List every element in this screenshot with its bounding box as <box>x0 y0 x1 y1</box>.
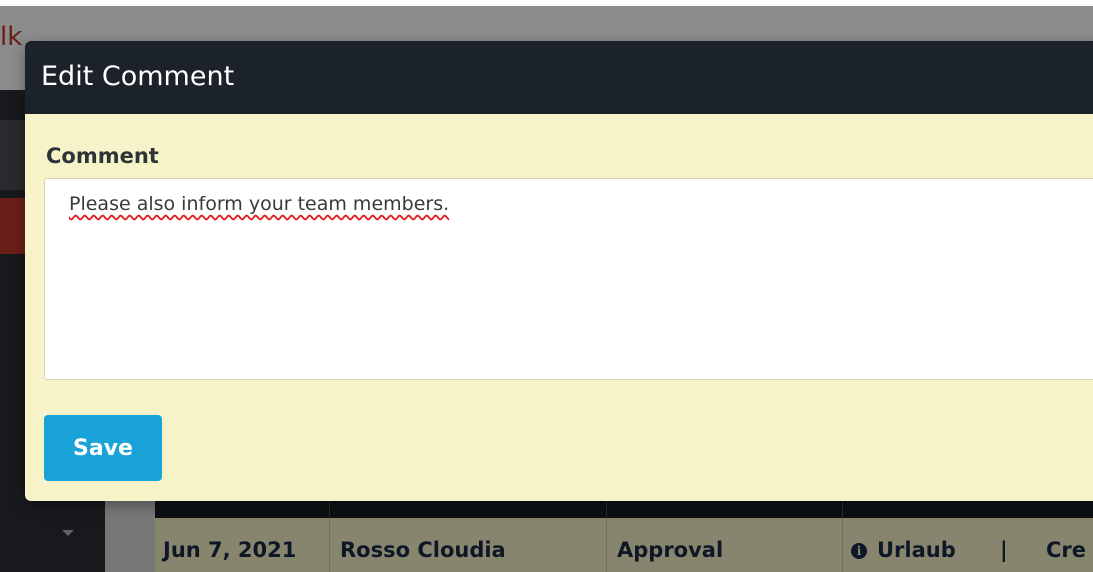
page: lk Jun 7, 2021 Rosso Cloudia Approval iU… <box>0 0 1093 572</box>
save-button[interactable]: Save <box>44 415 162 481</box>
edit-comment-modal: Edit Comment Comment Please also inform … <box>25 41 1093 501</box>
modal-header: Edit Comment <box>25 41 1093 114</box>
comment-textarea[interactable]: Please also inform your team members. <box>44 178 1093 380</box>
top-edge <box>0 0 1093 6</box>
comment-label: Comment <box>46 144 159 168</box>
modal-body: Comment Please also inform your team mem… <box>25 114 1093 501</box>
modal-title: Edit Comment <box>41 61 235 92</box>
